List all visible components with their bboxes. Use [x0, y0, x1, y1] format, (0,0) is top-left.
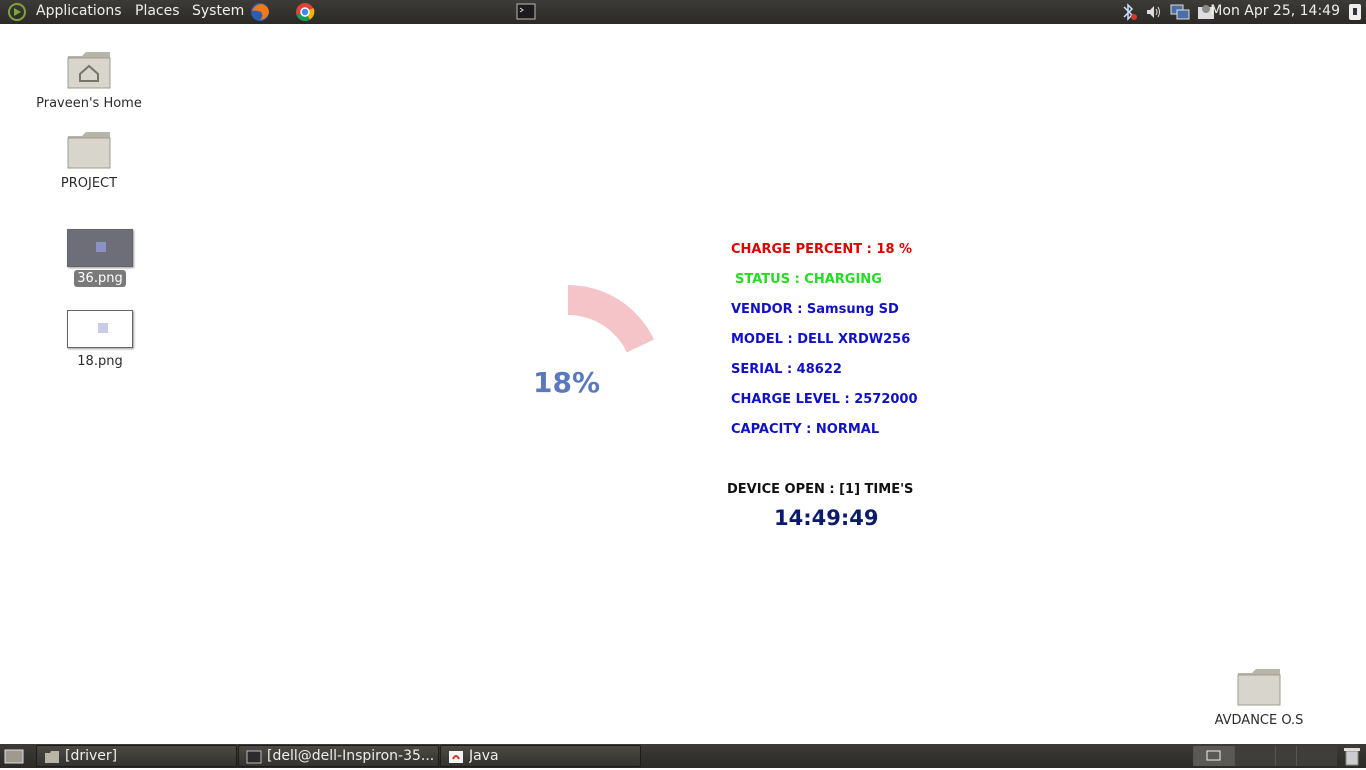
terminal-icon: [246, 750, 262, 768]
menu-applications[interactable]: Applications: [36, 3, 122, 19]
firefox-icon[interactable]: [249, 2, 271, 26]
task-label: [driver]: [65, 748, 118, 764]
desktop-icon-label: 18.png: [77, 354, 123, 369]
desktop-icon-avdance[interactable]: AVDANCE O.S: [1200, 665, 1318, 728]
trash-icon[interactable]: [1343, 746, 1361, 770]
desktop-icon-project[interactable]: PROJECT: [30, 128, 148, 191]
network-icon[interactable]: [1169, 3, 1191, 25]
panel-clock[interactable]: Mon Apr 25, 14:49: [1210, 3, 1340, 19]
desktop-icon-36png[interactable]: 36.png: [58, 229, 142, 287]
workspace-4[interactable]: [1296, 746, 1337, 766]
task-label: Java: [469, 748, 499, 764]
workspace-2[interactable]: [1234, 746, 1275, 766]
image-thumbnail: [67, 310, 133, 348]
folder-icon: [67, 132, 111, 169]
workspace-1[interactable]: [1193, 746, 1234, 766]
model-text: MODEL : DELL XRDW256: [731, 332, 911, 347]
bottom-panel: [driver] [dell@dell-Inspiron-35... Java: [0, 744, 1366, 768]
gauge-percent-text: 18%: [533, 366, 601, 399]
charge-percent-text: CHARGE PERCENT : 18 %: [731, 242, 913, 257]
top-panel: Applications Places System Mon Apr 25, 1…: [0, 0, 1366, 24]
desktop-icon-label: 36.png: [74, 270, 126, 287]
folder-icon: [44, 750, 60, 768]
task-terminal[interactable]: [dell@dell-Inspiron-35...: [238, 745, 439, 767]
desktop-icon-home[interactable]: Praveen's Home: [30, 48, 148, 111]
home-folder-icon: [67, 52, 111, 89]
chrome-icon[interactable]: [294, 2, 316, 26]
desktop-icon-label: PROJECT: [60, 176, 118, 191]
ubuntu-logo-icon[interactable]: [6, 2, 28, 26]
gauge-fill: [568, 285, 654, 353]
status-text: STATUS : CHARGING: [735, 272, 882, 287]
app-clock: 14:49:49: [774, 506, 879, 530]
folder-icon: [1237, 669, 1281, 706]
capacity-text: CAPACITY : NORMAL: [731, 422, 880, 437]
menu-system[interactable]: System: [192, 3, 244, 19]
bluetooth-icon[interactable]: [1118, 3, 1138, 25]
task-driver[interactable]: [driver]: [36, 745, 237, 767]
java-icon: [448, 750, 464, 768]
task-label: [dell@dell-Inspiron-35...: [267, 748, 435, 764]
serial-text: SERIAL : 48622: [731, 362, 842, 377]
device-open-text: DEVICE OPEN : [1] TIME'S: [727, 482, 914, 497]
image-thumbnail: [67, 229, 133, 267]
charge-level-text: CHARGE LEVEL : 2572000: [731, 392, 918, 407]
task-java[interactable]: Java: [440, 745, 641, 767]
desktop-icon-label: AVDANCE O.S: [1214, 713, 1304, 728]
desktop-icon-18png[interactable]: 18.png: [58, 310, 142, 369]
vendor-text: VENDOR : Samsung SD: [731, 302, 899, 317]
terminal-launcher-icon[interactable]: [516, 3, 536, 25]
volume-icon[interactable]: [1144, 3, 1164, 25]
show-desktop-icon[interactable]: [3, 747, 25, 769]
shutdown-icon[interactable]: [1347, 3, 1363, 25]
desktop-icon-label: Praveen's Home: [36, 96, 142, 111]
menu-places[interactable]: Places: [135, 3, 180, 19]
